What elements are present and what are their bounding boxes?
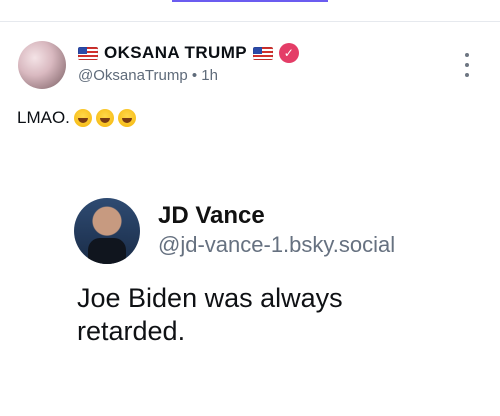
post-body: LMAO. [17, 108, 70, 127]
handle-time: @OksanaTrump • 1h [78, 67, 218, 84]
more-options-icon[interactable] [460, 53, 474, 77]
verified-badge-icon: ✓ [279, 43, 299, 63]
quoted-handle: @jd-vance-1.bsky.social [158, 232, 396, 257]
avatar[interactable] [18, 41, 66, 89]
post-text: LMAO. [17, 108, 136, 128]
handle[interactable]: @OksanaTrump [78, 67, 188, 84]
divider [0, 21, 500, 22]
display-name[interactable]: OKSANA TRUMP [104, 43, 247, 63]
quoted-post[interactable]: JD Vance @jd-vance-1.bsky.social Joe Bid… [74, 186, 474, 356]
quoted-name: JD Vance [158, 202, 265, 229]
active-tab-indicator [172, 0, 328, 2]
joy-emoji-icon [117, 109, 136, 127]
joy-emoji-icon [95, 109, 114, 127]
post-header: OKSANA TRUMP ✓ [78, 41, 299, 65]
us-flag-icon [253, 46, 273, 60]
timestamp[interactable]: 1h [201, 67, 218, 84]
joy-emoji-icon [73, 109, 92, 127]
us-flag-icon [78, 46, 98, 60]
quoted-text: Joe Biden was always retarded. [77, 283, 343, 346]
separator-dot: • [191, 67, 202, 84]
quoted-avatar [74, 198, 140, 264]
